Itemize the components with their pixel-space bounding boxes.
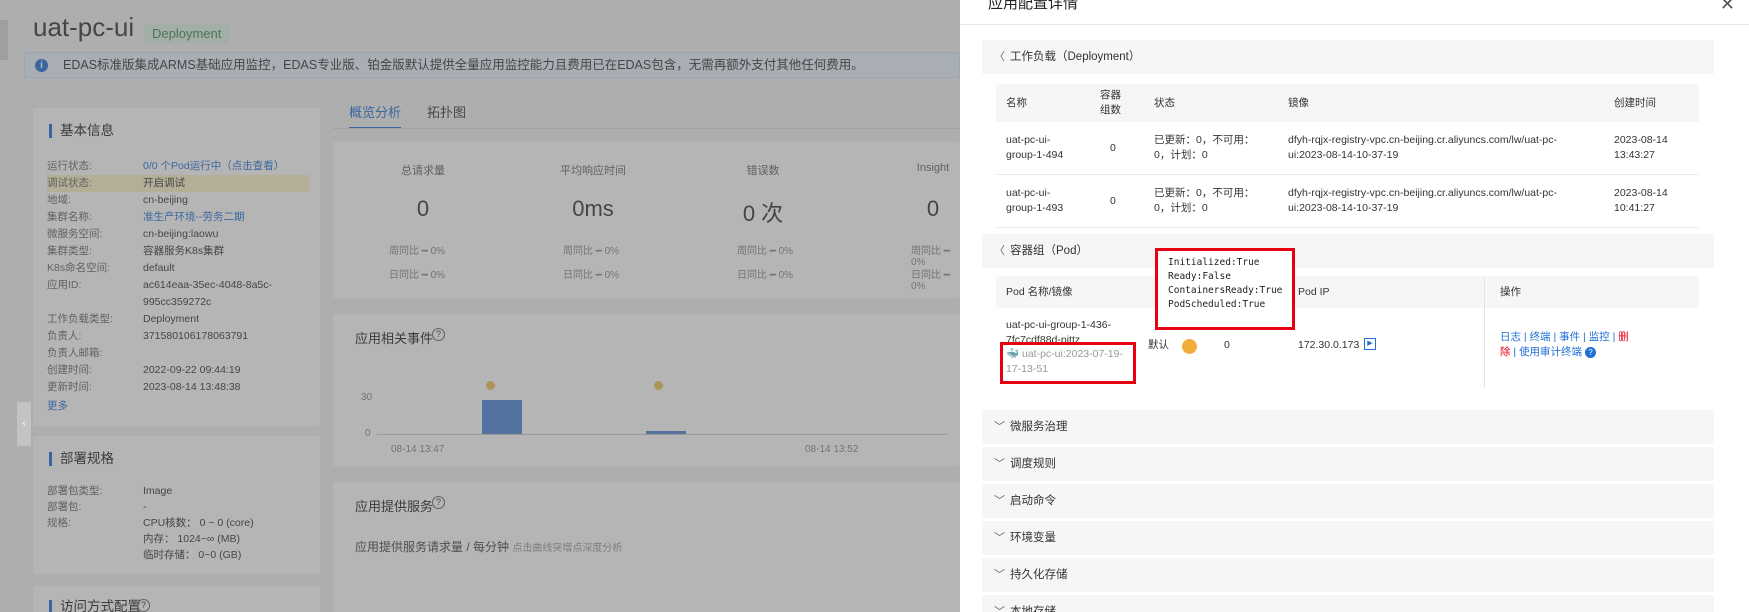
workload-status: 已更新：0，不可用： 0，计划：0 <box>1154 187 1255 214</box>
pod-type: 默认 <box>1148 339 1169 351</box>
delete-link[interactable]: 删 <box>1618 331 1629 343</box>
collapsed-section[interactable]: ﹀ 环境变量 <box>982 521 1714 555</box>
collapsed-section[interactable]: ﹀ 本地存储 <box>982 595 1714 612</box>
collapsed-section[interactable]: ﹀ 持久化存储 <box>982 558 1714 592</box>
col-header-status: 状态 <box>1154 97 1175 109</box>
pod-section-header[interactable]: 〈 容器组（Pod） <box>982 234 1714 268</box>
workload-image: dfyh-rqjx-registry-vpc.cn-beijing.cr.ali… <box>1288 187 1557 214</box>
collapsed-section[interactable]: ﹀ 微服务治理 <box>982 410 1714 444</box>
chevron-down-icon: ﹀ <box>994 421 1005 433</box>
pod-restarts: 0 <box>1224 339 1230 351</box>
col-header-name: 名称 <box>1006 97 1027 109</box>
table-row: uat-pc-ui-group-1-494 0 已更新：0，不可用： 0，计划：0 df… <box>996 122 1699 175</box>
col-header-pod-name: Pod 名称/镜像 <box>1006 286 1073 298</box>
terminal-icon[interactable]: ▶ <box>1364 338 1376 350</box>
collapsed-section[interactable]: ﹀ 调度规则 <box>982 447 1714 481</box>
monitor-link[interactable]: 监控 <box>1589 331 1610 343</box>
close-icon[interactable]: ✕ <box>1720 0 1735 15</box>
col-header-pod-ip: Pod IP <box>1298 286 1330 298</box>
container-count: 0 <box>1110 195 1116 207</box>
terminal-link[interactable]: 终端 <box>1530 331 1551 343</box>
workload-section-header[interactable]: 〈 工作负载（Deployment） <box>982 40 1714 74</box>
chevron-left-icon: 〈 <box>994 51 1005 63</box>
chevron-left-icon: 〈 <box>994 245 1005 257</box>
config-detail-drawer: 应用配置详情 ✕ 〈 工作负载（Deployment） 名称 容器 组数 状态 … <box>960 0 1749 612</box>
workload-created: 2023-08-14 13:43:27 <box>1614 134 1668 161</box>
log-link[interactable]: 日志 <box>1500 331 1521 343</box>
workload-created: 2023-08-14 10:41:27 <box>1614 187 1668 214</box>
workload-image: dfyh-rqjx-registry-vpc.cn-beijing.cr.ali… <box>1288 134 1557 161</box>
chevron-down-icon: ﹀ <box>994 606 1005 612</box>
collapse-handle[interactable]: ‹ <box>17 402 31 446</box>
pod-ip: 172.30.0.173 <box>1298 339 1360 351</box>
chevron-down-icon: ﹀ <box>994 495 1005 507</box>
collapsed-section[interactable]: ﹀ 启动命令 <box>982 484 1714 518</box>
container-count: 0 <box>1110 142 1116 154</box>
table-header <box>996 276 1699 308</box>
workload-table: 名称 容器 组数 状态 镜像 创建时间 uat-pc-ui-group-1-49… <box>996 84 1699 228</box>
event-link[interactable]: 事件 <box>1559 331 1580 343</box>
chevron-down-icon: ﹀ <box>994 569 1005 581</box>
delete-link[interactable]: 除 <box>1500 346 1511 358</box>
modal-mask[interactable] <box>0 0 960 612</box>
workload-name: uat-pc-ui-group-1-494 <box>1006 134 1064 161</box>
workload-name: uat-pc-ui-group-1-493 <box>1006 187 1064 214</box>
table-row: uat-pc-ui-group-1-493 0 已更新：0，不可用： 0，计划：0 df… <box>996 175 1699 228</box>
audit-terminal-link[interactable]: 使用审计终端 <box>1519 346 1582 358</box>
col-header-created: 创建时间 <box>1614 97 1656 109</box>
chevron-down-icon: ﹀ <box>994 532 1005 544</box>
annotation-box-tooltip <box>1155 248 1295 330</box>
annotation-box-image <box>1000 342 1136 384</box>
pod-actions: 日志 | 终端 | 事件 | 监控 | 删 除 | 使用审计终端 ? <box>1500 331 1629 358</box>
drawer-title: 应用配置详情 <box>988 0 1079 12</box>
col-header-actions: 操作 <box>1500 286 1521 298</box>
chevron-down-icon: ﹀ <box>994 458 1005 470</box>
col-header-containers: 容器 组数 <box>1100 89 1121 116</box>
help-icon[interactable]: ? <box>1584 347 1596 358</box>
col-header-image: 镜像 <box>1288 97 1309 109</box>
workload-status: 已更新：0，不可用： 0，计划：0 <box>1154 134 1255 161</box>
pod-status-icon[interactable] <box>1182 339 1197 354</box>
